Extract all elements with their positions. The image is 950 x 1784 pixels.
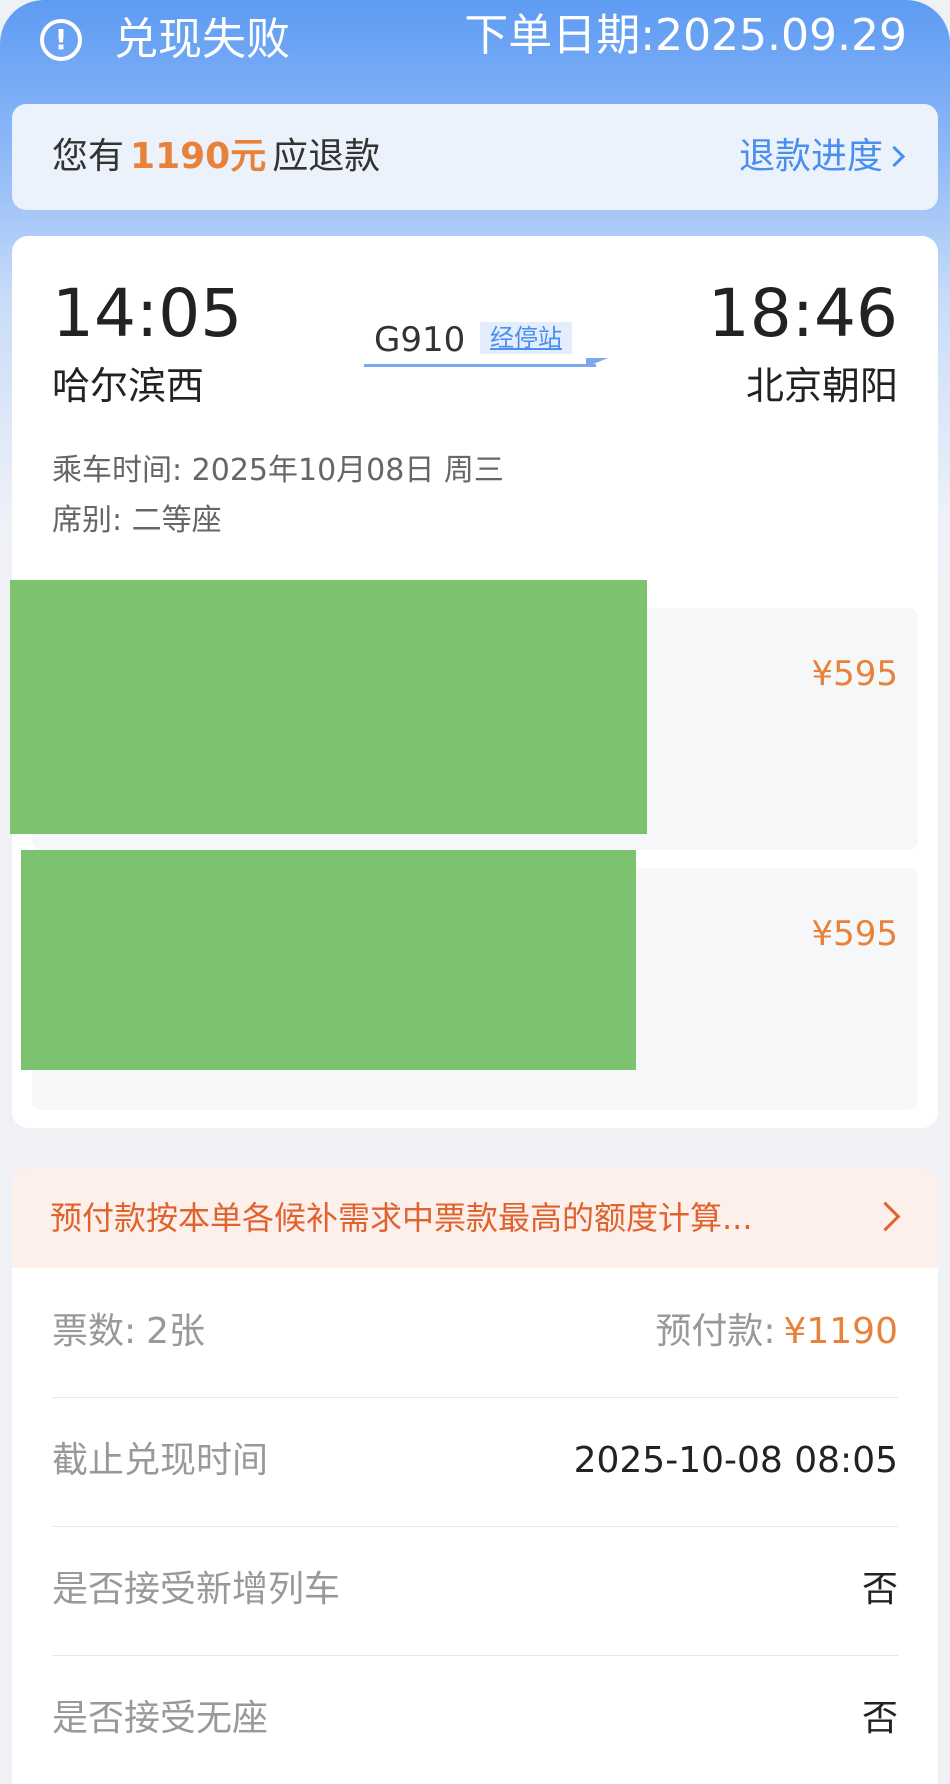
deadline-label: 截止兑现时间 [52, 1440, 269, 1481]
order-date: 下单日期:2025.09.29 [464, 10, 907, 61]
stops-link[interactable]: 经停站 [480, 322, 572, 354]
departure-station: 哈尔滨西 [52, 364, 205, 408]
prepay-label: 预付款: [655, 1311, 776, 1352]
arrival-station: 北京朝阳 [745, 364, 898, 408]
prepay-field: 预付款: ¥1190 [655, 1308, 898, 1356]
no-seat-value: 否 [861, 1698, 898, 1739]
notice-text: 预付款按本单各候补需求中票款最高的额度计算... [50, 1199, 753, 1237]
refund-progress-link[interactable]: 退款进度 [738, 134, 906, 180]
deadline-row: 截止兑现时间 2025-10-08 08:05 [52, 1397, 898, 1527]
refund-amount: 1190元 [130, 136, 267, 177]
seat-class: 席别: 二等座 [52, 503, 222, 538]
redaction-block [10, 580, 647, 834]
new-train-value: 否 [861, 1569, 898, 1610]
ride-time: 乘车时间: 2025年10月08日 周三 [52, 453, 504, 488]
prepay-value: ¥1190 [783, 1311, 898, 1352]
status-title: 兑现失败 [114, 14, 290, 65]
refund-banner: 您有 1190元 应退款 退款进度 [12, 104, 938, 210]
route-arrow-line [364, 364, 596, 367]
deadline-value: 2025-10-08 08:05 [573, 1440, 898, 1481]
refund-summary: 您有 1190元 应退款 [52, 134, 380, 180]
prepayment-notice[interactable]: 预付款按本单各候补需求中票款最高的额度计算... [12, 1168, 938, 1268]
arrival-time: 18:46 [707, 275, 898, 352]
refund-progress-label: 退款进度 [738, 136, 883, 177]
tickets-row: 票数: 2张 预付款: ¥1190 [52, 1268, 898, 1398]
departure-time: 14:05 [52, 275, 243, 352]
redaction-block [21, 850, 636, 1070]
refund-suffix: 应退款 [272, 136, 381, 177]
tickets-field: 票数: 2张 [52, 1308, 205, 1356]
ticket-price: ¥595 [811, 654, 898, 694]
tickets-label: 票数: [52, 1311, 137, 1352]
new-train-row: 是否接受新增列车 否 [52, 1526, 898, 1656]
ticket-price: ¥595 [811, 914, 898, 954]
refund-prefix: 您有 [52, 136, 125, 177]
exclamation-circle-icon: ! [40, 19, 82, 61]
new-train-label: 是否接受新增列车 [52, 1569, 341, 1610]
status-header: ! 兑现失败 下单日期:2025.09.29 [0, 0, 950, 90]
tickets-value: 2张 [146, 1311, 206, 1352]
chevron-right-icon [870, 1201, 901, 1232]
order-details: 票数: 2张 预付款: ¥1190 截止兑现时间 2025-10-08 08:05 … [12, 1268, 938, 1784]
no-seat-row: 是否接受无座 否 [52, 1655, 898, 1784]
route-arrow-icon [586, 358, 608, 367]
train-number: G910 [374, 320, 466, 360]
no-seat-label: 是否接受无座 [52, 1698, 269, 1739]
chevron-right-icon [883, 145, 906, 167]
